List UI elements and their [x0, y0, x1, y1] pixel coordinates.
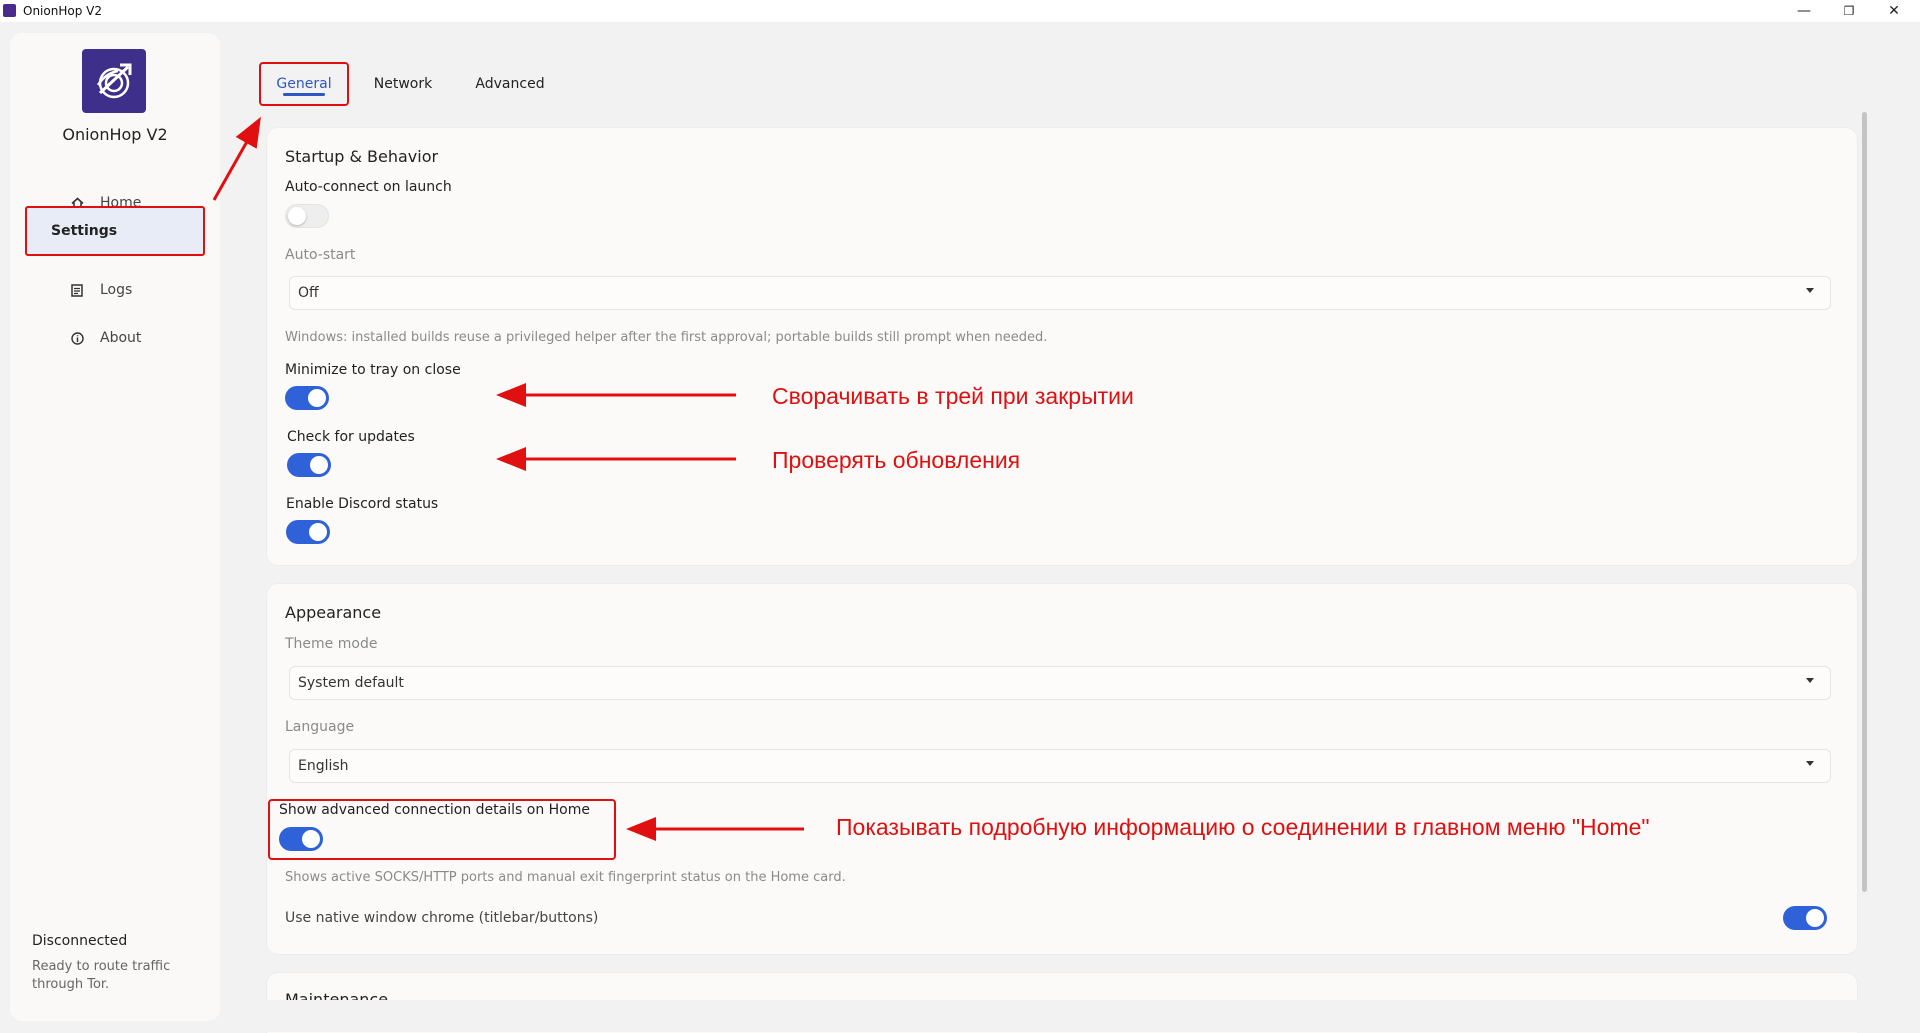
- sidebar: OnionHop V2 Home Settings Logs About Dis…: [10, 33, 220, 1021]
- app-icon: [3, 4, 16, 17]
- sidebar-item-settings[interactable]: Settings: [25, 206, 205, 256]
- theme-label: Theme mode: [285, 636, 378, 652]
- sidebar-item-about[interactable]: About: [28, 316, 208, 360]
- discord-label: Enable Discord status: [286, 496, 439, 512]
- native-chrome-label: Use native window chrome (titlebar/butto…: [285, 910, 599, 926]
- updates-label: Check for updates: [287, 429, 415, 445]
- content-fade: [240, 1000, 1920, 1032]
- annotation-advanced: Показывать подробную информацию о соедин…: [836, 814, 1650, 840]
- sidebar-item-label: Logs: [100, 282, 133, 298]
- sidebar-item-label: Settings: [51, 223, 118, 239]
- discord-toggle[interactable]: [286, 520, 330, 544]
- tab-label: Network: [373, 76, 433, 92]
- appearance-card: Appearance Theme mode System default Lan…: [266, 583, 1858, 955]
- sidebar-item-logs[interactable]: Logs: [28, 268, 208, 312]
- tab-general[interactable]: General: [259, 62, 349, 106]
- annotation-box-advanced: [268, 799, 616, 860]
- chevron-down-icon: [1806, 761, 1814, 766]
- autoconnect-toggle[interactable]: [285, 204, 329, 228]
- connection-status: Disconnected: [32, 933, 128, 949]
- language-label: Language: [285, 719, 355, 735]
- onion-logo-icon: [96, 63, 132, 99]
- section-title: Startup & Behavior: [285, 147, 439, 166]
- section-title: Appearance: [285, 603, 382, 622]
- native-chrome-toggle[interactable]: [1783, 906, 1827, 930]
- theme-value: System default: [298, 675, 404, 691]
- info-icon: [68, 329, 86, 347]
- tray-label: Minimize to tray on close: [285, 362, 461, 378]
- brand-name: OnionHop V2: [62, 125, 168, 144]
- chevron-down-icon: [1806, 678, 1814, 683]
- sidebar-item-label: About: [100, 330, 142, 346]
- advanced-details-hint: Shows active SOCKS/HTTP ports and manual…: [285, 870, 846, 885]
- app-logo: [82, 49, 146, 113]
- tab-label: General: [276, 76, 332, 92]
- window-titlebar: OnionHop V2 — ❐ ✕: [0, 0, 1920, 22]
- annotation-tray: Сворачивать в трей при закрытии: [772, 383, 1134, 409]
- tab-network[interactable]: Network: [360, 62, 446, 106]
- language-select[interactable]: English: [289, 749, 1831, 783]
- startup-behavior-card: Startup & Behavior Auto-connect on launc…: [266, 127, 1858, 566]
- close-button[interactable]: ✕: [1871, 0, 1917, 22]
- updates-toggle[interactable]: [287, 453, 331, 477]
- language-value: English: [298, 758, 349, 774]
- tab-label: Advanced: [475, 76, 545, 92]
- connection-status-text: Ready to route traffic through Tor.: [32, 959, 171, 992]
- autostart-select[interactable]: Off: [289, 276, 1831, 310]
- minimize-button[interactable]: —: [1781, 0, 1827, 22]
- arrow-to-general-tab: [212, 116, 261, 201]
- windows-hint: Windows: installed builds reuse a privil…: [285, 330, 1048, 345]
- autostart-label: Auto-start: [285, 247, 356, 263]
- tab-advanced[interactable]: Advanced: [466, 62, 554, 106]
- scrollbar-thumb[interactable]: [1862, 112, 1867, 892]
- theme-select[interactable]: System default: [289, 666, 1831, 700]
- tray-toggle[interactable]: [285, 386, 329, 410]
- autostart-value: Off: [298, 285, 319, 301]
- autoconnect-label: Auto-connect on launch: [285, 179, 452, 195]
- logs-icon: [68, 281, 86, 299]
- annotation-updates: Проверять обновления: [772, 447, 1021, 473]
- chevron-down-icon: [1806, 288, 1814, 293]
- window-title: OnionHop V2: [23, 4, 102, 18]
- restore-button[interactable]: ❐: [1826, 0, 1872, 22]
